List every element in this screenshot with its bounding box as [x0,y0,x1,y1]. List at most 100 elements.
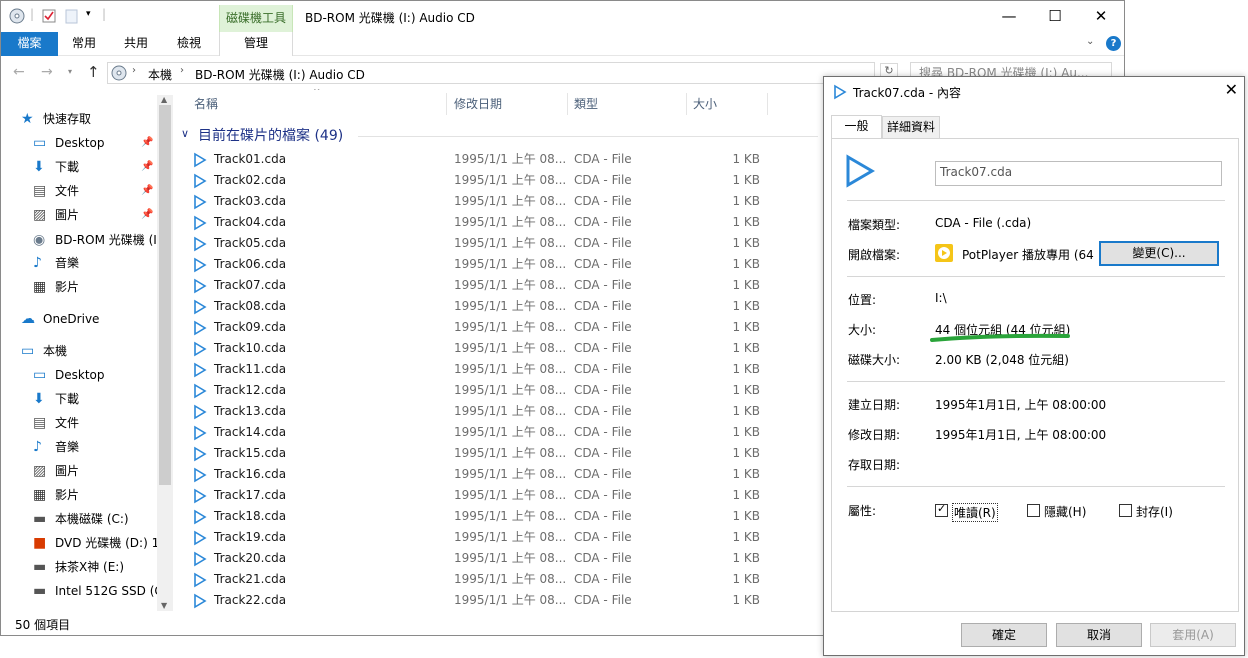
file-row[interactable]: Track04.cda 1995/1/1 上午 08... CDA - File 1 … [173,212,823,233]
chevron-right-icon: › [132,65,136,76]
properties-icon[interactable] [41,8,57,24]
nav-item[interactable]: ★ 快速存取 [1,107,157,131]
nav-item[interactable]: ▨ 圖片 📌 [1,203,157,227]
desktop-icon: ▭ [33,135,47,151]
file-row[interactable]: Track08.cda 1995/1/1 上午 08... CDA - File 1 … [173,296,823,317]
breadcrumb-this-pc[interactable]: 本機 [148,66,172,83]
nav-item[interactable]: ▬ 本機磁碟 (C:) [1,507,157,531]
nav-item[interactable]: ▭ Desktop [1,363,157,387]
drive-tools-tab-group: 磁碟機工具 [219,5,293,32]
up-icon[interactable]: ↑ [87,63,100,81]
file-row[interactable]: Track06.cda 1995/1/1 上午 08... CDA - File 1 … [173,254,823,275]
scroll-up-icon[interactable]: ▲ [161,95,167,104]
file-row[interactable]: Track05.cda 1995/1/1 上午 08... CDA - File 1 … [173,233,823,254]
recent-locations-icon[interactable]: ▾ [68,67,72,76]
breadcrumb-drive[interactable]: BD-ROM 光碟機 (I:) Audio CD [195,66,365,83]
file-type: CDA - File [574,320,632,334]
nav-item[interactable]: ▤ 文件 📌 [1,179,157,203]
tab-details[interactable]: 詳細資料 [882,116,940,138]
cancel-button[interactable]: 取消 [1056,623,1142,647]
tab-home[interactable]: 常用 [61,32,107,56]
file-row[interactable]: Track11.cda 1995/1/1 上午 08... CDA - File 1 … [173,359,823,380]
file-row[interactable]: Track02.cda 1995/1/1 上午 08... CDA - File 1 … [173,170,823,191]
new-folder-icon[interactable] [64,8,80,24]
tab-view[interactable]: 檢視 [166,32,212,56]
tab-general[interactable]: 一般 [831,115,882,139]
back-icon[interactable]: ← [13,64,25,80]
file-row[interactable]: Track20.cda 1995/1/1 上午 08... CDA - File 1 … [173,548,823,569]
nav-item[interactable]: ♪ 音樂 [1,435,157,459]
nav-item[interactable]: ▨ 圖片 [1,459,157,483]
ok-button[interactable]: 確定 [961,623,1047,647]
help-icon[interactable]: ? [1106,36,1121,51]
file-row[interactable]: Track12.cda 1995/1/1 上午 08... CDA - File 1 … [173,380,823,401]
file-row[interactable]: Track09.cda 1995/1/1 上午 08... CDA - File 1 … [173,317,823,338]
file-row[interactable]: Track19.cda 1995/1/1 上午 08... CDA - File 1 … [173,527,823,548]
file-row[interactable]: Track10.cda 1995/1/1 上午 08... CDA - File 1 … [173,338,823,359]
dialog-close-icon[interactable]: ✕ [1225,80,1238,99]
file-row[interactable]: Track15.cda 1995/1/1 上午 08... CDA - File 1 … [173,443,823,464]
pin-icon[interactable]: 📌 [141,203,153,227]
hidden-label[interactable]: 隱藏(H) [1044,503,1086,520]
file-row[interactable]: Track13.cda 1995/1/1 上午 08... CDA - File 1 … [173,401,823,422]
file-row[interactable]: Track18.cda 1995/1/1 上午 08... CDA - File 1 … [173,506,823,527]
column-header-size[interactable]: 大小 [693,89,717,119]
minimize-button[interactable]: — [986,1,1032,32]
pin-icon[interactable]: 📌 [141,155,153,179]
tab-file[interactable]: 檔案 [1,32,58,56]
nav-item[interactable]: ⬇ 下載 📌 [1,155,157,179]
column-divider[interactable] [686,93,687,115]
file-row[interactable]: Track17.cda 1995/1/1 上午 08... CDA - File 1 … [173,485,823,506]
group-collapse-icon[interactable]: ∨ [181,127,189,140]
file-row[interactable]: Track22.cda 1995/1/1 上午 08... CDA - File 1 … [173,590,823,611]
column-header-date[interactable]: 修改日期 [454,89,502,119]
address-box[interactable]: › 本機 › BD-ROM 光碟機 (I:) Audio CD [107,62,875,84]
column-divider[interactable] [767,93,768,115]
change-button[interactable]: 變更(C)... [1099,241,1219,266]
pin-icon[interactable]: 📌 [141,179,153,203]
column-header-type[interactable]: 類型 [574,89,598,119]
archive-label[interactable]: 封存(I) [1136,503,1173,520]
scroll-down-icon[interactable]: ▼ [161,601,167,610]
readonly-checkbox[interactable]: ✓ [935,502,948,517]
nav-item[interactable]: ▬ Intel 512G SSD (G [1,579,157,603]
tab-share[interactable]: 共用 [113,32,159,56]
nav-item[interactable]: ☁ OneDrive [1,307,157,331]
nav-item[interactable]: ■ DVD 光碟機 (D:) 1( [1,531,157,555]
nav-item[interactable]: ▦ 影片 [1,275,157,299]
nav-item[interactable]: ▦ 影片 [1,483,157,507]
archive-checkbox[interactable] [1119,504,1132,517]
file-size: 1 KB [732,257,760,271]
column-header-name[interactable]: 名稱 [194,89,218,119]
nav-item[interactable]: ♪ 音樂 [1,251,157,275]
nav-scroll-thumb[interactable] [159,105,171,485]
pin-icon[interactable]: 📌 [141,131,153,155]
column-divider[interactable] [446,93,447,115]
customize-toolbar-icon[interactable]: ▾ [86,9,91,19]
hidden-checkbox[interactable] [1027,504,1040,517]
nav-item[interactable]: ▭ Desktop 📌 [1,131,157,155]
nav-item[interactable]: ▭ 本機 [1,339,157,363]
tab-manage[interactable]: 管理 [219,32,293,56]
nav-item[interactable]: ◉ BD-ROM 光碟機 (I [1,228,157,252]
nav-item-label: Intel 512G SSD (G [55,584,157,598]
nav-item[interactable]: ▬ 抹茶X神 (E:) [1,555,157,579]
file-row[interactable]: Track03.cda 1995/1/1 上午 08... CDA - File 1 … [173,191,823,212]
nav-item[interactable]: ▤ 文件 [1,411,157,435]
file-row[interactable]: Track16.cda 1995/1/1 上午 08... CDA - File 1 … [173,464,823,485]
group-header[interactable]: 目前在碟片的檔案 (49) [198,125,343,145]
file-row[interactable]: Track21.cda 1995/1/1 上午 08... CDA - File 1 … [173,569,823,590]
file-row[interactable]: Track14.cda 1995/1/1 上午 08... CDA - File 1 … [173,422,823,443]
readonly-label[interactable]: 唯讀(R) [952,503,998,522]
nav-item[interactable]: ⬇ 下載 [1,387,157,411]
filename-field[interactable]: Track07.cda [935,161,1222,186]
file-row[interactable]: Track01.cda 1995/1/1 上午 08... CDA - File 1 … [173,149,823,170]
ribbon-expand-icon[interactable]: ⌄ [1086,36,1094,47]
apply-button[interactable]: 套用(A) [1150,623,1236,647]
nav-item-label: 影片 [55,280,80,294]
maximize-button[interactable]: ☐ [1032,1,1078,32]
file-row[interactable]: Track07.cda 1995/1/1 上午 08... CDA - File 1 … [173,275,823,296]
column-divider[interactable] [567,93,568,115]
forward-icon[interactable]: → [41,64,53,80]
close-button[interactable]: ✕ [1078,1,1124,32]
